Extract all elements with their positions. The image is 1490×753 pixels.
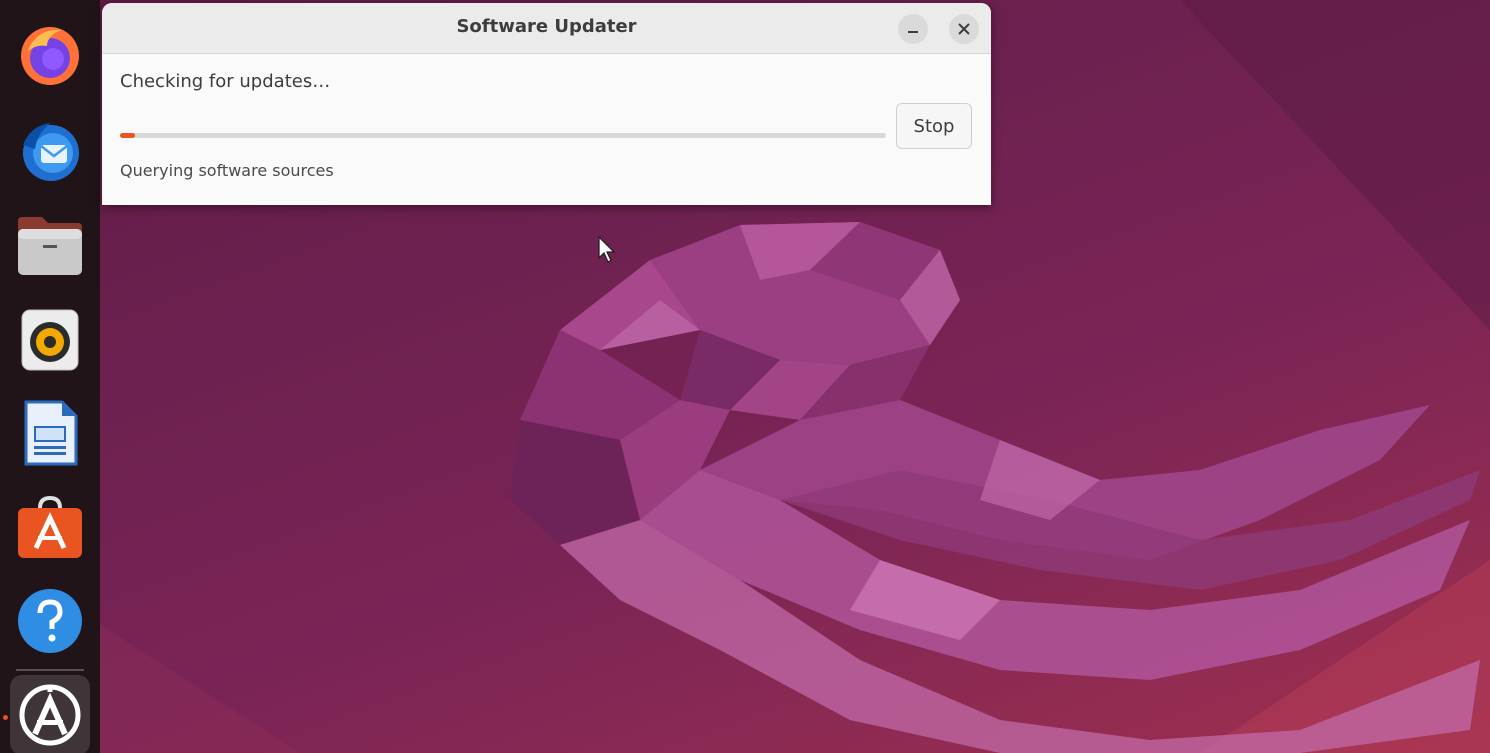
dock-item-software-updater[interactable] bbox=[10, 675, 90, 753]
progress-bar bbox=[120, 133, 886, 138]
window-title: Software Updater bbox=[456, 16, 637, 37]
thunderbird-icon bbox=[23, 123, 79, 181]
minimize-button[interactable] bbox=[898, 14, 928, 44]
firefox-icon bbox=[21, 27, 79, 85]
dock-item-rhythmbox[interactable] bbox=[10, 300, 90, 380]
dock-item-firefox[interactable] bbox=[10, 15, 90, 95]
running-indicator bbox=[3, 715, 8, 720]
libreoffice-writer-icon bbox=[24, 400, 78, 466]
files-icon bbox=[18, 217, 82, 275]
desktop: Software Updater Checking for updates… S… bbox=[0, 0, 1490, 753]
dock bbox=[0, 0, 100, 753]
mouse-cursor-icon bbox=[598, 236, 616, 263]
dock-item-files[interactable] bbox=[10, 206, 90, 286]
dock-item-thunderbird[interactable] bbox=[10, 110, 90, 190]
titlebar[interactable]: Software Updater bbox=[102, 3, 991, 54]
minimize-icon bbox=[908, 31, 918, 33]
status-detail: Querying software sources bbox=[120, 161, 334, 180]
dock-separator bbox=[16, 669, 84, 671]
progress-fill bbox=[120, 133, 136, 138]
rhythmbox-icon bbox=[21, 309, 79, 371]
status-heading: Checking for updates… bbox=[120, 71, 331, 92]
stop-button[interactable]: Stop bbox=[896, 103, 972, 149]
close-button[interactable] bbox=[949, 14, 979, 44]
dock-item-help[interactable] bbox=[10, 581, 90, 661]
software-updater-window: Software Updater Checking for updates… S… bbox=[102, 3, 991, 205]
dock-item-libreoffice-writer[interactable] bbox=[10, 393, 90, 473]
help-icon bbox=[18, 589, 82, 653]
dock-item-ubuntu-software[interactable] bbox=[10, 487, 90, 567]
ubuntu-software-icon bbox=[18, 495, 82, 558]
close-icon bbox=[958, 23, 970, 35]
software-updater-icon bbox=[19, 684, 81, 746]
